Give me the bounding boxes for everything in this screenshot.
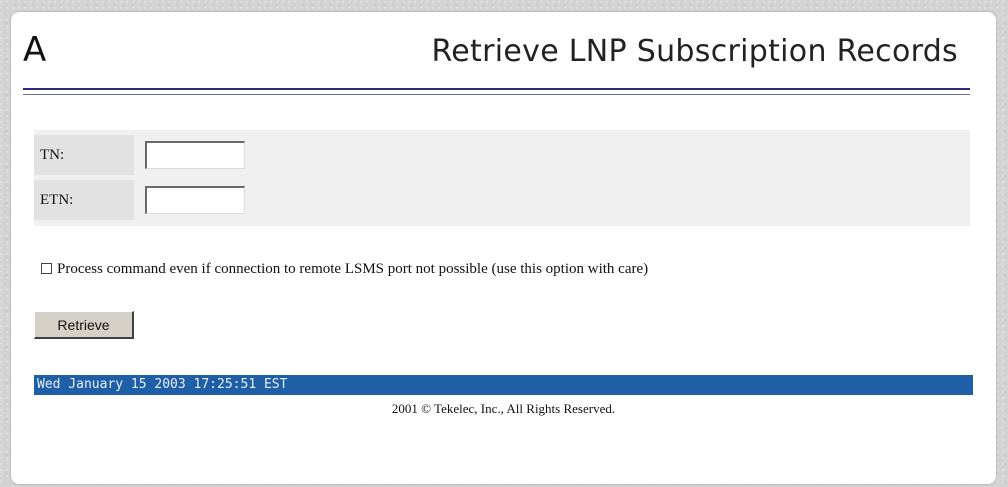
force-process-checkbox[interactable] — [41, 263, 52, 274]
app-logo: A — [23, 30, 47, 70]
etn-label: ETN: — [34, 180, 134, 220]
status-timestamp: Wed January 15 2003 17:25:51 EST — [37, 377, 288, 392]
page-title: Retrieve LNP Subscription Records — [431, 34, 958, 69]
retrieve-button[interactable]: Retrieve — [34, 311, 134, 339]
header-divider-thin — [23, 94, 970, 95]
tn-input[interactable] — [145, 141, 245, 169]
force-process-label: Process command even if connection to re… — [57, 261, 649, 277]
page-header: A Retrieve LNP Subscription Records — [23, 30, 970, 88]
status-bar: Wed January 15 2003 17:25:51 EST — [34, 375, 973, 395]
query-form: TN: ETN: — [34, 130, 970, 226]
header-divider-thick — [23, 88, 970, 90]
etn-row: ETN: — [34, 180, 970, 220]
tn-row: TN: — [34, 135, 970, 175]
tn-label: TN: — [34, 135, 134, 175]
etn-input[interactable] — [145, 186, 245, 214]
force-process-option[interactable]: Process command even if connection to re… — [41, 259, 648, 279]
footer-copyright: 2001 © Tekelec, Inc., All Rights Reserve… — [391, 401, 616, 416]
